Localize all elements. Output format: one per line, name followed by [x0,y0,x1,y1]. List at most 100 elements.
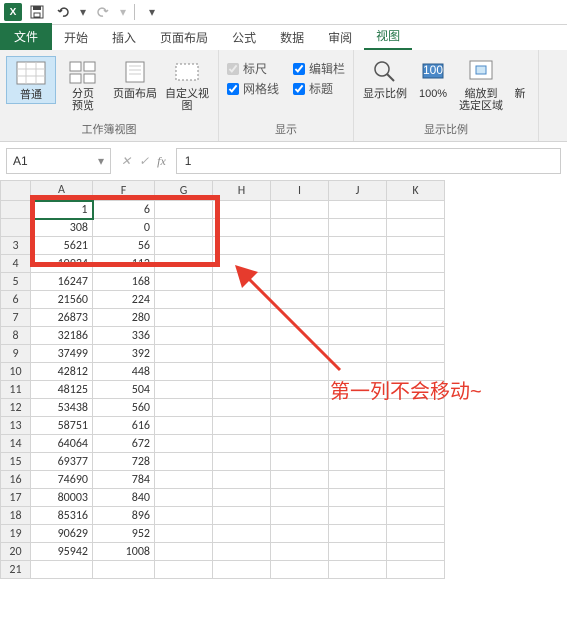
row-header-2[interactable] [1,219,31,237]
cell-H-10[interactable] [213,363,271,381]
cell-G-16[interactable] [155,471,213,489]
cell-K-8[interactable] [387,327,445,345]
cell-G-17[interactable] [155,489,213,507]
row-header-8[interactable]: 8 [1,327,31,345]
cell-I-14[interactable] [271,435,329,453]
cell-H-6[interactable] [213,291,271,309]
qat-customize[interactable]: ▾ [141,1,163,23]
cell-A-16[interactable]: 74690 [31,471,93,489]
cell-A-2[interactable]: 308 [31,219,93,237]
cell-K-5[interactable] [387,273,445,291]
new-window-button[interactable]: 新 [508,56,532,102]
cell-A-15[interactable]: 69377 [31,453,93,471]
cell-G-9[interactable] [155,345,213,363]
cell-G-19[interactable] [155,525,213,543]
col-header-A[interactable]: A [31,181,93,201]
cell-K-6[interactable] [387,291,445,309]
cell-F-10[interactable]: 448 [93,363,155,381]
cell-H-7[interactable] [213,309,271,327]
cell-F-1[interactable]: 6 [93,201,155,219]
cell-J-6[interactable] [329,291,387,309]
cell-I-19[interactable] [271,525,329,543]
cell-A-13[interactable]: 58751 [31,417,93,435]
zoom-100-button[interactable]: 100 100% [412,56,454,102]
tab-review[interactable]: 审阅 [316,25,364,50]
cell-I-2[interactable] [271,219,329,237]
cell-G-1[interactable] [155,201,213,219]
cell-H-3[interactable] [213,237,271,255]
tab-home[interactable]: 开始 [52,25,100,50]
cell-J-19[interactable] [329,525,387,543]
cell-A-18[interactable]: 85316 [31,507,93,525]
cell-J-14[interactable] [329,435,387,453]
row-header-11[interactable]: 11 [1,381,31,399]
cell-A-14[interactable]: 64064 [31,435,93,453]
cell-H-9[interactable] [213,345,271,363]
row-header-5[interactable]: 5 [1,273,31,291]
col-header-K[interactable]: K [387,181,445,201]
cell-J-7[interactable] [329,309,387,327]
undo-button[interactable] [52,1,74,23]
headings-checkbox[interactable]: 标题 [293,80,345,97]
cell-J-17[interactable] [329,489,387,507]
cell-H-2[interactable] [213,219,271,237]
cell-K-2[interactable] [387,219,445,237]
cell-I-6[interactable] [271,291,329,309]
cell-A-3[interactable]: 5621 [31,237,93,255]
tab-insert[interactable]: 插入 [100,25,148,50]
cell-F-11[interactable]: 504 [93,381,155,399]
fx-icon[interactable]: fx [157,154,166,169]
cell-K-4[interactable] [387,255,445,273]
cell-K-17[interactable] [387,489,445,507]
cell-F-20[interactable]: 1008 [93,543,155,561]
enter-icon[interactable]: ✓ [139,154,149,168]
worksheet-area[interactable]: AFGHIJK163080356215641093411251624716862… [0,180,567,620]
cell-K-18[interactable] [387,507,445,525]
cell-G-7[interactable] [155,309,213,327]
cell-F-2[interactable]: 0 [93,219,155,237]
cell-H-12[interactable] [213,399,271,417]
cell-K-7[interactable] [387,309,445,327]
cell-A-17[interactable]: 80003 [31,489,93,507]
cell-I-7[interactable] [271,309,329,327]
cell-K-16[interactable] [387,471,445,489]
cell-J-15[interactable] [329,453,387,471]
custom-views-button[interactable]: 自定义视图 [162,56,212,114]
cell-K-9[interactable] [387,345,445,363]
cell-H-4[interactable] [213,255,271,273]
cell-F-17[interactable]: 840 [93,489,155,507]
redo-dropdown[interactable]: ▾ [118,1,128,23]
cell-F-18[interactable]: 896 [93,507,155,525]
row-header-9[interactable]: 9 [1,345,31,363]
cell-H-19[interactable] [213,525,271,543]
name-box[interactable]: A1 ▾ [6,148,111,174]
cancel-icon[interactable]: ✕ [121,154,131,168]
cell-J-5[interactable] [329,273,387,291]
cell-H-16[interactable] [213,471,271,489]
cell-G-13[interactable] [155,417,213,435]
cell-J-13[interactable] [329,417,387,435]
cell-I-5[interactable] [271,273,329,291]
page-layout-button[interactable]: 页面布局 [110,56,160,102]
cell-K-20[interactable] [387,543,445,561]
cell-A-4[interactable]: 10934 [31,255,93,273]
row-header-19[interactable]: 19 [1,525,31,543]
row-header-13[interactable]: 13 [1,417,31,435]
cell-F-14[interactable]: 672 [93,435,155,453]
cell-H-17[interactable] [213,489,271,507]
cell-J-8[interactable] [329,327,387,345]
cell-F-9[interactable]: 392 [93,345,155,363]
cell-G-8[interactable] [155,327,213,345]
cell-I-9[interactable] [271,345,329,363]
cell-I-11[interactable] [271,381,329,399]
cell-G-10[interactable] [155,363,213,381]
row-header-1[interactable] [1,201,31,219]
gridlines-checkbox[interactable]: 网格线 [227,80,279,97]
col-header-H[interactable]: H [213,181,271,201]
cell-G-20[interactable] [155,543,213,561]
row-header-10[interactable]: 10 [1,363,31,381]
cell-A-5[interactable]: 16247 [31,273,93,291]
col-header-F[interactable]: F [93,181,155,201]
cell-I-8[interactable] [271,327,329,345]
cell-K-15[interactable] [387,453,445,471]
